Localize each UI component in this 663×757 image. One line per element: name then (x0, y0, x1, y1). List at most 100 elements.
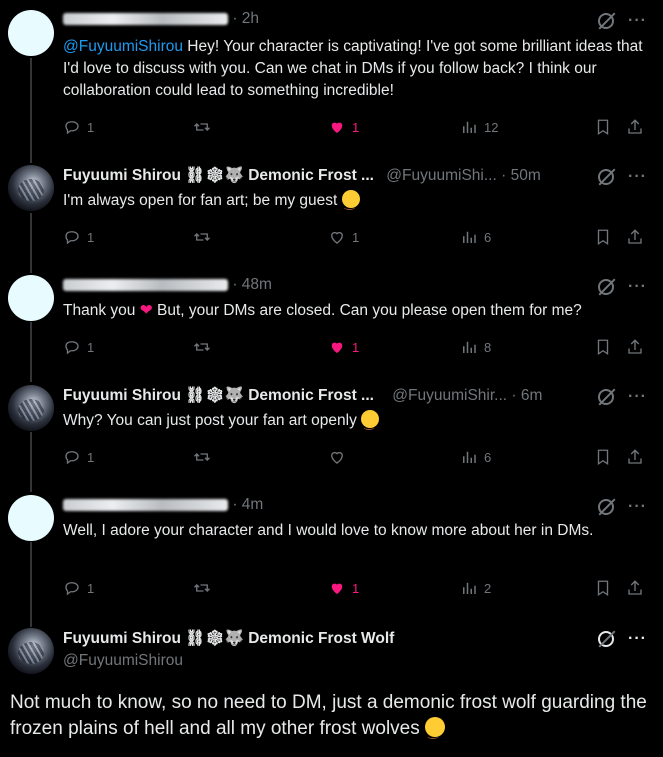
more-icon[interactable]: ··· (628, 388, 647, 406)
tweet-text: @FuyuumiShirou Hey! Your character is ca… (63, 38, 643, 99)
like-button[interactable]: 1 (328, 228, 359, 246)
author-handle[interactable]: @FuyuumiShir... (392, 387, 507, 404)
like-button[interactable]: 1 (328, 579, 359, 597)
avatar[interactable] (8, 385, 54, 431)
reply-tweet[interactable]: · 2h ··· @FuyuumiShirou Hey! Your charac… (0, 0, 663, 150)
smile-emoji-icon (341, 190, 360, 214)
heart-icon (331, 583, 343, 594)
reply-icon (65, 451, 79, 465)
tweet-time[interactable]: 50m (511, 167, 541, 184)
retweet-button[interactable] (193, 338, 217, 356)
smile-emoji-icon (361, 410, 380, 434)
share-button[interactable] (626, 579, 644, 597)
main-tweet-text: Not much to know, so no need to DM, just… (10, 690, 653, 745)
red-heart-emoji-icon: ❤ (139, 302, 153, 319)
reply-tweet[interactable]: · 4m ··· Well, I adore your character an… (0, 485, 663, 610)
share-button[interactable] (626, 448, 644, 466)
like-button[interactable]: 1 (328, 338, 359, 356)
grok-icon[interactable] (598, 389, 615, 405)
views-button[interactable]: 12 (460, 118, 498, 136)
share-icon (628, 229, 642, 244)
grok-icon[interactable] (598, 631, 615, 647)
more-icon[interactable]: ··· (628, 168, 647, 186)
bookmark-icon (597, 229, 609, 246)
author-handle[interactable]: @FuyuumiShi... (386, 167, 497, 184)
reply-tweet[interactable]: · 48m ··· Thank you ❤ But, your DMs are … (0, 265, 663, 370)
reply-button[interactable]: 1 (63, 228, 94, 246)
reply-icon (65, 582, 79, 596)
tweet-text: Well, I adore your character and I would… (63, 522, 594, 539)
tweet-header: Fuyuumi Shirou ⛓❄🐺 Demonic Frost ... @Fu… (63, 167, 541, 184)
action-bar: 1 6 (63, 448, 645, 468)
author-name[interactable]: Fuyuumi Shirou ⛓❄🐺 Demonic Frost Wolf (63, 630, 394, 647)
avatar[interactable] (8, 495, 54, 541)
retweet-button[interactable] (193, 448, 217, 466)
reply-button[interactable]: 1 (63, 579, 94, 597)
action-bar: 1 1 8 (63, 338, 645, 358)
reply-tweet[interactable]: Fuyuumi Shirou ⛓❄🐺 Demonic Frost ... @Fu… (0, 155, 663, 260)
author-name[interactable]: Fuyuumi Shirou ⛓❄🐺 Demonic Frost ... (63, 167, 374, 184)
avatar[interactable] (8, 275, 54, 321)
views-button[interactable]: 6 (460, 448, 491, 466)
views-icon (463, 341, 476, 353)
like-button[interactable] (328, 448, 352, 466)
retweet-icon (194, 584, 210, 592)
more-icon[interactable]: ··· (628, 12, 647, 30)
more-icon[interactable]: ··· (628, 498, 647, 516)
share-icon (628, 449, 642, 464)
share-icon (628, 339, 642, 354)
grok-icon[interactable] (598, 13, 615, 29)
grok-icon[interactable] (598, 279, 615, 295)
grok-icon[interactable] (598, 499, 615, 515)
retweet-icon (194, 233, 210, 241)
tweet-time[interactable]: 4m (242, 496, 264, 513)
bookmark-button[interactable] (594, 228, 612, 246)
share-button[interactable] (626, 228, 644, 246)
redacted-author (63, 278, 228, 291)
author-name[interactable]: Fuyuumi Shirou ⛓❄🐺 Demonic Frost ... (63, 387, 374, 404)
reply-tweet[interactable]: Fuyuumi Shirou ⛓❄🐺 Demonic Frost ... @Fu… (0, 375, 663, 480)
tweet-text: Thank you ❤ But, your DMs are closed. Ca… (63, 302, 582, 319)
avatar[interactable] (8, 10, 54, 56)
bookmark-icon (597, 119, 609, 136)
reply-button[interactable]: 1 (63, 118, 94, 136)
bookmark-button[interactable] (594, 579, 612, 597)
reply-icon (65, 121, 79, 135)
avatar[interactable] (8, 165, 54, 211)
bookmark-button[interactable] (594, 448, 612, 466)
tweet-time[interactable]: 2h (242, 10, 259, 27)
tweet-header: Fuyuumi Shirou ⛓❄🐺 Demonic Frost Wolf (63, 629, 663, 651)
reply-button[interactable]: 1 (63, 448, 94, 466)
more-icon[interactable]: ··· (628, 278, 647, 296)
reply-button[interactable]: 1 (63, 338, 94, 356)
like-button[interactable]: 1 (328, 118, 359, 136)
views-button[interactable]: 8 (460, 338, 491, 356)
retweet-button[interactable] (193, 118, 217, 136)
retweet-button[interactable] (193, 579, 217, 597)
views-icon (463, 451, 476, 463)
bookmark-button[interactable] (594, 338, 612, 356)
retweet-icon (194, 123, 210, 131)
action-bar: 1 1 6 (63, 228, 645, 248)
retweet-button[interactable] (193, 228, 217, 246)
tweet-time[interactable]: 6m (521, 387, 543, 404)
tweet-text: I'm always open for fan art; be my guest (63, 190, 645, 214)
views-button[interactable]: 6 (460, 228, 491, 246)
mention-link[interactable]: @FuyuumiShirou (63, 38, 183, 55)
heart-icon (331, 231, 343, 244)
grok-icon[interactable] (598, 169, 615, 185)
share-icon (628, 580, 642, 595)
views-button[interactable]: 2 (460, 579, 491, 597)
more-icon[interactable]: ··· (628, 630, 647, 648)
share-button[interactable] (626, 338, 644, 356)
tweet-time[interactable]: 48m (242, 276, 272, 293)
reply-icon (65, 341, 79, 355)
redacted-author (63, 12, 228, 25)
tweet-header: · 2h (63, 10, 663, 32)
reply-icon (65, 231, 79, 245)
bookmark-button[interactable] (594, 118, 612, 136)
author-handle[interactable]: @FuyuumiShirou (63, 652, 183, 669)
share-button[interactable] (626, 118, 644, 136)
avatar[interactable] (8, 628, 54, 674)
heart-icon (331, 122, 343, 133)
